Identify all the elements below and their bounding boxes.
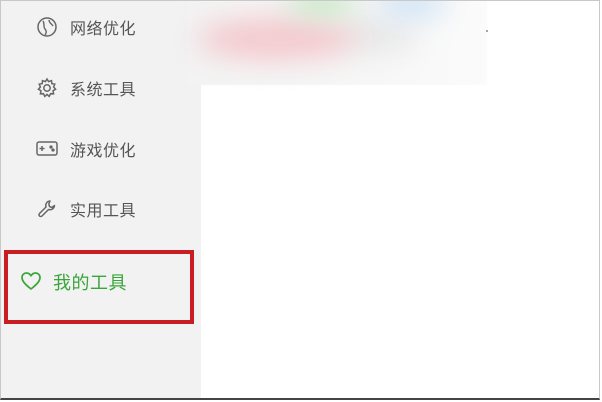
gear-icon <box>35 77 59 99</box>
sidebar: 网络优化 系统工具 游戏优化 实用工具 我的工具 <box>1 1 201 398</box>
decorative-dot <box>486 30 488 32</box>
sidebar-item-label: 游戏优化 <box>70 141 137 160</box>
sidebar-item-my-tools[interactable]: 我的工具 <box>1 252 201 312</box>
gamepad-icon <box>35 138 59 160</box>
globe-icon <box>35 16 59 38</box>
sidebar-item-label: 网络优化 <box>70 19 137 38</box>
app-window: 网络优化 系统工具 游戏优化 实用工具 我的工具 <box>0 0 600 400</box>
sidebar-item-utilities[interactable]: 实用工具 <box>1 189 201 229</box>
sidebar-item-label: 系统工具 <box>70 80 137 99</box>
sidebar-item-network-optimization[interactable]: 网络优化 <box>1 7 201 47</box>
wrench-icon <box>35 198 59 220</box>
heart-icon <box>19 270 43 292</box>
banner-image <box>187 1 487 85</box>
sidebar-item-label: 实用工具 <box>70 201 137 220</box>
sidebar-item-label: 我的工具 <box>53 273 127 294</box>
sidebar-item-system-tools[interactable]: 系统工具 <box>1 68 201 108</box>
sidebar-item-game-optimization[interactable]: 游戏优化 <box>1 129 201 169</box>
